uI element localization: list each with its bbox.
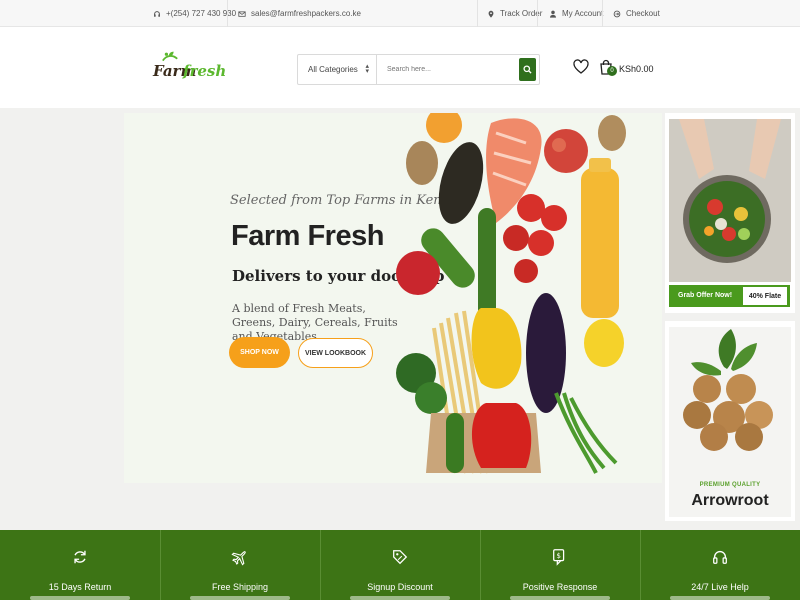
view-lookbook-button[interactable]: VIEW LOOKBOOK bbox=[298, 338, 373, 368]
my-account-link[interactable]: My Account bbox=[549, 0, 603, 27]
divider bbox=[477, 0, 478, 27]
divider bbox=[537, 0, 538, 27]
product-name: Arrowroot bbox=[691, 492, 769, 509]
feature-label: Positive Response bbox=[522, 582, 598, 592]
walnuts-image: PREMIUM QUALITY Arrowroot bbox=[669, 327, 791, 517]
track-order-link[interactable]: Track Order bbox=[487, 0, 542, 27]
salad-bowl-image bbox=[669, 119, 791, 282]
divider bbox=[602, 0, 603, 27]
features-strip: 15 Days Return Free Shipping Signup Disc… bbox=[0, 530, 800, 600]
feature-subtext bbox=[670, 596, 770, 600]
email-text: sales@farmfreshpackers.co.ke bbox=[251, 9, 361, 18]
my-account-label: My Account bbox=[562, 9, 604, 18]
walnuts-illustration bbox=[683, 329, 773, 451]
grab-offer-bar[interactable]: Grab Offer Now! 40% Flate bbox=[669, 285, 790, 307]
headset-icon bbox=[154, 10, 160, 17]
logo-text-fresh: fresh bbox=[183, 62, 227, 80]
user-icon bbox=[549, 10, 557, 18]
feature-returns: 15 Days Return bbox=[0, 530, 160, 600]
divider bbox=[227, 0, 228, 27]
premium-quality-label: PREMIUM QUALITY bbox=[699, 482, 761, 488]
airplane-icon bbox=[231, 551, 246, 566]
search-bar: All Categories ▴ ▾ bbox=[297, 54, 540, 85]
phone-contact[interactable]: +(254) 727 430 930 bbox=[153, 0, 236, 27]
feature-support: 24/7 Live Help bbox=[640, 530, 800, 600]
top-bar: +(254) 727 430 930 sales@farmfreshpacker… bbox=[0, 0, 800, 27]
feature-subtext bbox=[510, 596, 610, 600]
fresh-produce-image bbox=[396, 113, 626, 474]
feature-discount: Signup Discount bbox=[320, 530, 480, 600]
discount-badge: 40% Flate bbox=[743, 287, 787, 305]
feature-subtext bbox=[30, 596, 130, 600]
refresh-icon bbox=[74, 550, 86, 564]
salad-illustration bbox=[669, 119, 791, 282]
checkout-link[interactable]: Checkout bbox=[613, 0, 660, 27]
map-pin-icon bbox=[488, 10, 494, 18]
shop-now-button[interactable]: SHOP NOW bbox=[229, 337, 290, 368]
feature-label: Free Shipping bbox=[211, 582, 269, 592]
category-select[interactable]: All Categories ▴ ▾ bbox=[298, 55, 377, 84]
email-contact[interactable]: sales@farmfreshpackers.co.ke bbox=[238, 0, 361, 27]
feature-label: 24/7 Live Help bbox=[691, 582, 749, 592]
feature-label: Signup Discount bbox=[367, 582, 433, 592]
cart-count-badge: 0 bbox=[607, 66, 617, 76]
grab-offer-text: Grab Offer Now! bbox=[678, 292, 733, 299]
hero-title: Farm Fresh bbox=[231, 220, 384, 252]
cart-total[interactable]: KSh0.00 bbox=[619, 64, 654, 74]
feature-subtext bbox=[350, 596, 450, 600]
phone-text: +(254) 727 430 930 bbox=[166, 9, 237, 18]
logout-icon bbox=[613, 10, 621, 17]
arrowroot-banner[interactable]: PREMIUM QUALITY Arrowroot bbox=[665, 321, 795, 521]
checkout-label: Checkout bbox=[626, 9, 660, 18]
svg-text:$: $ bbox=[556, 551, 561, 560]
chat-dollar-icon: $ bbox=[553, 549, 565, 566]
category-select-value: All Categories bbox=[308, 65, 358, 74]
logo[interactable]: Farm fresh bbox=[153, 48, 226, 88]
feature-label: 15 Days Return bbox=[48, 582, 112, 592]
hero-banner: Selected from Top Farms in Kenya Farm Fr… bbox=[124, 113, 662, 483]
feature-shipping: Free Shipping bbox=[160, 530, 320, 600]
search-icon bbox=[523, 65, 532, 74]
site-header: Farm fresh All Categories ▴▾ 0 KSh0.00 bbox=[0, 28, 800, 108]
salad-offer-banner[interactable]: Grab Offer Now! 40% Flate bbox=[665, 113, 795, 313]
heart-icon[interactable] bbox=[573, 59, 589, 75]
headset-icon bbox=[713, 551, 727, 564]
feature-response: $ Positive Response bbox=[480, 530, 640, 600]
mail-icon bbox=[238, 10, 246, 17]
search-input[interactable] bbox=[378, 55, 514, 84]
search-button[interactable] bbox=[519, 58, 536, 81]
up-down-arrow-icon: ▴ ▾ bbox=[365, 63, 369, 75]
feature-subtext bbox=[190, 596, 290, 600]
tag-icon bbox=[393, 550, 408, 565]
